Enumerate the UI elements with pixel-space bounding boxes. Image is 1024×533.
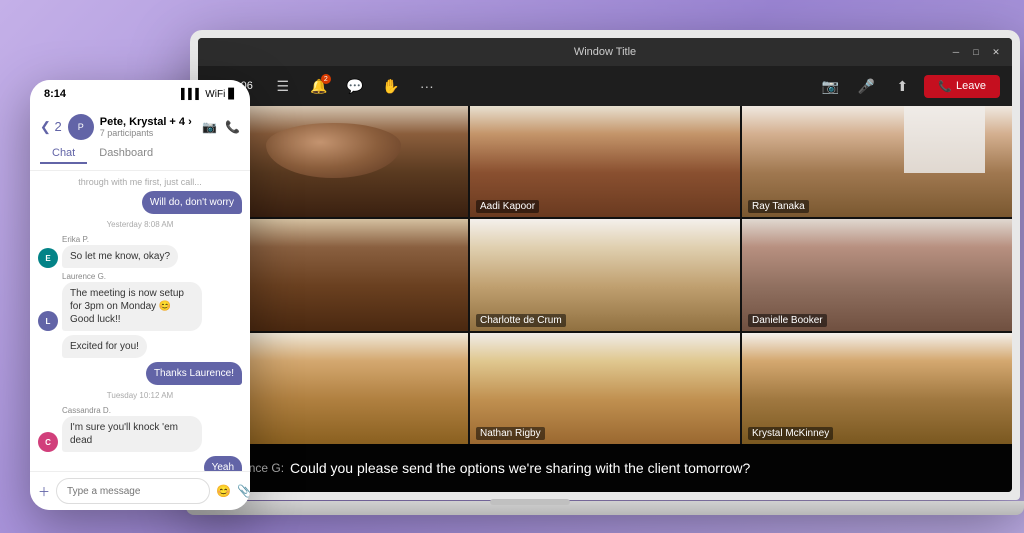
chat-icon[interactable]: 💬: [341, 72, 369, 100]
msg-content-laurence-1: Laurence G. The meeting is now setup for…: [62, 272, 202, 331]
camera-icon[interactable]: 📷: [816, 72, 844, 100]
msg-row-self-2: Thanks Laurence!: [38, 362, 242, 385]
sender-erika: Erika P.: [62, 235, 178, 244]
share-screen-icon[interactable]: ⬆: [888, 72, 916, 100]
msg-row-yeah: Yeah: [38, 456, 242, 471]
leave-button[interactable]: 📞 Leave: [924, 75, 1000, 98]
avatar-laurence: L: [38, 311, 58, 331]
close-button[interactable]: ✕: [990, 46, 1002, 58]
msg-row-self-1: Will do, don't worry: [38, 191, 242, 214]
participant-label-2: Aadi Kapoor: [476, 200, 539, 213]
microphone-icon[interactable]: 🎤: [852, 72, 880, 100]
msg-bubble-self-1: Will do, don't worry: [142, 191, 242, 214]
msg-bubble-erika: So let me know, okay?: [62, 245, 178, 268]
header-icons: 📷 📞: [202, 120, 240, 134]
chat-input[interactable]: [56, 478, 210, 504]
msg-row-erika: E Erika P. So let me know, okay?: [38, 235, 242, 268]
sender-laurence-1: Laurence G.: [62, 272, 202, 281]
mobile-mockup: 8:14 ▌▌▌ WiFi ▊ ❮ 2 P Pete, Krystal + 4 …: [30, 80, 250, 510]
wifi-icon: WiFi: [205, 89, 225, 100]
msg-row-laurence-2: Excited for you!: [38, 335, 242, 358]
attach-icon[interactable]: 📎: [237, 484, 250, 498]
chat-header: ❮ 2 P Pete, Krystal + 4 › 7 participants…: [30, 108, 250, 171]
sender-cassandra: Cassandra D.: [62, 406, 202, 415]
participant-count: 7 participants: [100, 128, 196, 138]
chat-nav: ❮ 2 P Pete, Krystal + 4 › 7 participants…: [40, 114, 240, 140]
truncated-msg: through with me first, just call...: [38, 177, 242, 187]
participant-label-6: Danielle Booker: [748, 314, 827, 327]
video-cell-9: Krystal McKinney: [742, 333, 1012, 444]
notifications-icon[interactable]: 🔔 2: [305, 72, 333, 100]
emoji-icon[interactable]: 😊: [216, 484, 231, 498]
battery-icon: ▊: [228, 89, 236, 100]
msg-content-erika: Erika P. So let me know, okay?: [62, 235, 178, 268]
laptop-base: [186, 501, 1024, 515]
chat-messages: through with me first, just call... Will…: [30, 171, 250, 471]
tab-chat[interactable]: Chat: [40, 144, 87, 164]
desktop-mockup: Window Title ─ □ ✕ 00:22:06 ☰ 🔔 2 💬 ✋ ··…: [190, 30, 1020, 500]
title-bar-controls: ─ □ ✕: [950, 46, 1002, 58]
more-options-icon[interactable]: ···: [413, 72, 441, 100]
video-cell-5: Charlotte de Crum: [470, 219, 740, 330]
meeting-toolbar: 00:22:06 ☰ 🔔 2 💬 ✋ ··· 📷 🎤 ⬆ 📞 Leave: [198, 66, 1012, 106]
participant-label-9: Krystal McKinney: [748, 427, 833, 440]
caption-text: Could you please send the options we're …: [290, 460, 750, 476]
day-separator-1: Yesterday 8:08 AM: [38, 220, 242, 229]
title-bar: Window Title ─ □ ✕: [198, 38, 1012, 66]
laptop-notch: [490, 499, 570, 505]
desktop-screen: Window Title ─ □ ✕ 00:22:06 ☰ 🔔 2 💬 ✋ ··…: [198, 38, 1012, 492]
add-icon[interactable]: ＋: [38, 483, 50, 500]
window-title: Window Title: [574, 46, 636, 58]
notification-badge: 2: [321, 74, 331, 84]
maximize-button[interactable]: □: [970, 46, 982, 58]
participant-label-8: Nathan Rigby: [476, 427, 545, 440]
caption-bar: Laurence G: Could you please send the op…: [198, 444, 1012, 492]
chat-title: Pete, Krystal + 4 ›: [100, 116, 196, 128]
chat-tabs: Chat Dashboard: [40, 144, 240, 164]
chat-input-bar: ＋ 😊 📎: [30, 471, 250, 510]
group-avatar: P: [68, 114, 94, 140]
video-cell-3: Ray Tanaka: [742, 106, 1012, 217]
avatar-erika: E: [38, 248, 58, 268]
minimize-button[interactable]: ─: [950, 46, 962, 58]
msg-bubble-laurence-1: The meeting is now setup for 3pm on Mond…: [62, 282, 202, 331]
msg-content-cassandra: Cassandra D. I'm sure you'll knock 'em d…: [62, 406, 202, 452]
msg-bubble-yeah: Yeah: [204, 456, 242, 471]
day-separator-2: Tuesday 10:12 AM: [38, 391, 242, 400]
video-grid: Aadi Kapoor Ray Tanaka Charlotte de: [198, 106, 1012, 444]
msg-bubble-laurence-2: Excited for you!: [62, 335, 147, 358]
video-cell-2: Aadi Kapoor: [470, 106, 740, 217]
status-time: 8:14: [44, 88, 66, 100]
status-icons: ▌▌▌ WiFi ▊: [181, 89, 236, 100]
video-cell-6: Danielle Booker: [742, 219, 1012, 330]
tab-dashboard[interactable]: Dashboard: [87, 144, 165, 164]
back-button[interactable]: ❮ 2: [40, 119, 62, 135]
chat-info: Pete, Krystal + 4 › 7 participants: [100, 116, 196, 138]
mobile-status-bar: 8:14 ▌▌▌ WiFi ▊: [30, 80, 250, 108]
msg-bubble-self-2: Thanks Laurence!: [146, 362, 242, 385]
avatar-cassandra: C: [38, 432, 58, 452]
msg-bubble-cassandra: I'm sure you'll knock 'em dead: [62, 416, 202, 452]
signal-icon: ▌▌▌: [181, 89, 202, 100]
msg-row-cassandra: C Cassandra D. I'm sure you'll knock 'em…: [38, 406, 242, 452]
leave-icon: 📞: [938, 80, 952, 93]
video-cell-8: Nathan Rigby: [470, 333, 740, 444]
raise-hand-icon[interactable]: ✋: [377, 72, 405, 100]
menu-icon[interactable]: ☰: [269, 72, 297, 100]
voice-call-icon[interactable]: 📞: [225, 120, 240, 134]
video-call-icon[interactable]: 📷: [202, 120, 217, 134]
participant-label-5: Charlotte de Crum: [476, 314, 566, 327]
participant-label-3: Ray Tanaka: [748, 200, 809, 213]
msg-row-laurence-1: L Laurence G. The meeting is now setup f…: [38, 272, 242, 331]
